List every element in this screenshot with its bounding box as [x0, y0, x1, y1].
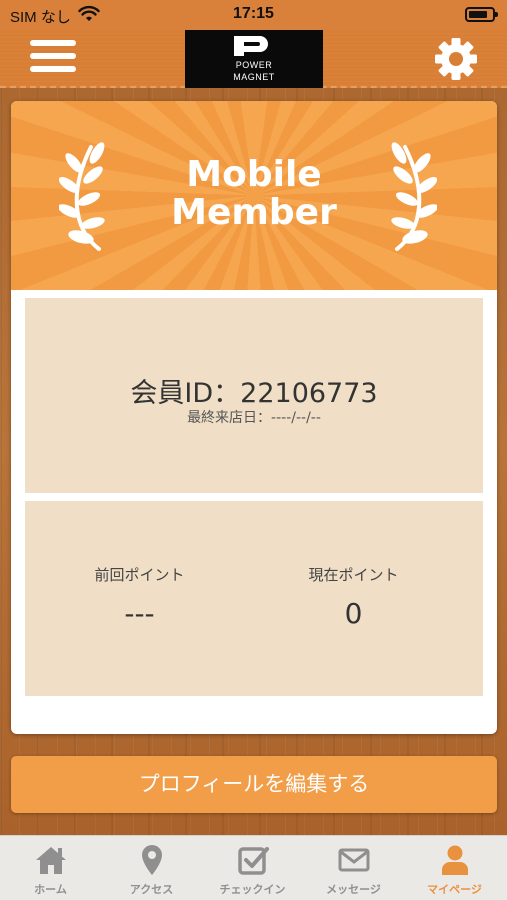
- tab-access[interactable]: アクセス: [101, 836, 202, 900]
- previous-points-value: ---: [124, 597, 155, 630]
- mail-icon: [338, 848, 370, 872]
- hamburger-menu-button[interactable]: [30, 40, 76, 78]
- bottom-tab-bar: ホーム アクセス チェックイン メッセージ マイページ: [0, 835, 507, 900]
- status-bar: SIM なし 17:15: [0, 0, 507, 30]
- tab-checkin[interactable]: チェックイン: [202, 836, 303, 900]
- previous-points: 前回ポイント ---: [25, 564, 254, 630]
- tab-home[interactable]: ホーム: [0, 836, 101, 900]
- logo-text-line1: POWER: [235, 60, 273, 70]
- logo-text-line2: MAGNET: [233, 72, 275, 82]
- tab-messages[interactable]: メッセージ: [303, 836, 404, 900]
- battery-icon: [465, 7, 498, 22]
- tab-access-label: アクセス: [129, 883, 174, 896]
- app-header: POWER MAGNET: [0, 30, 507, 88]
- edit-profile-button[interactable]: プロフィールを編集する: [11, 756, 497, 813]
- logo-mark-icon: [234, 36, 268, 56]
- tab-messages-label: メッセージ: [326, 883, 381, 896]
- member-id-panel: 会員ID：22106773 最終来店日：----/--/--: [25, 298, 483, 493]
- tab-mypage-label: マイページ: [427, 883, 482, 896]
- member-id: 会員ID：22106773: [130, 378, 378, 409]
- previous-points-label: 前回ポイント: [94, 566, 185, 584]
- home-icon: [36, 847, 66, 874]
- map-pin-icon: [142, 845, 162, 875]
- checkbox-icon: [238, 847, 269, 875]
- member-banner: Mobile Member: [11, 101, 497, 290]
- menu-bar-icon: [30, 53, 76, 59]
- member-card: Mobile Member 会員ID：22106773 最終来店日：----/-…: [11, 101, 497, 734]
- tab-home-label: ホーム: [34, 883, 67, 896]
- points-panel: 前回ポイント --- 現在ポイント 0: [25, 501, 483, 696]
- current-points: 現在ポイント 0: [239, 564, 468, 630]
- menu-bar-icon: [30, 40, 76, 46]
- current-points-value: 0: [344, 597, 363, 630]
- current-points-label: 現在ポイント: [308, 566, 399, 584]
- laurel-right-icon: [391, 142, 437, 251]
- tab-mypage[interactable]: マイページ: [404, 836, 505, 900]
- menu-bar-icon: [30, 66, 76, 72]
- tab-checkin-label: チェックイン: [219, 883, 286, 896]
- clock: 17:15: [233, 5, 274, 22]
- person-icon: [442, 845, 468, 875]
- brand-logo: POWER MAGNET: [185, 30, 323, 88]
- last-visit-date: 最終来店日：----/--/--: [187, 410, 321, 426]
- settings-gear-icon[interactable]: [433, 36, 479, 82]
